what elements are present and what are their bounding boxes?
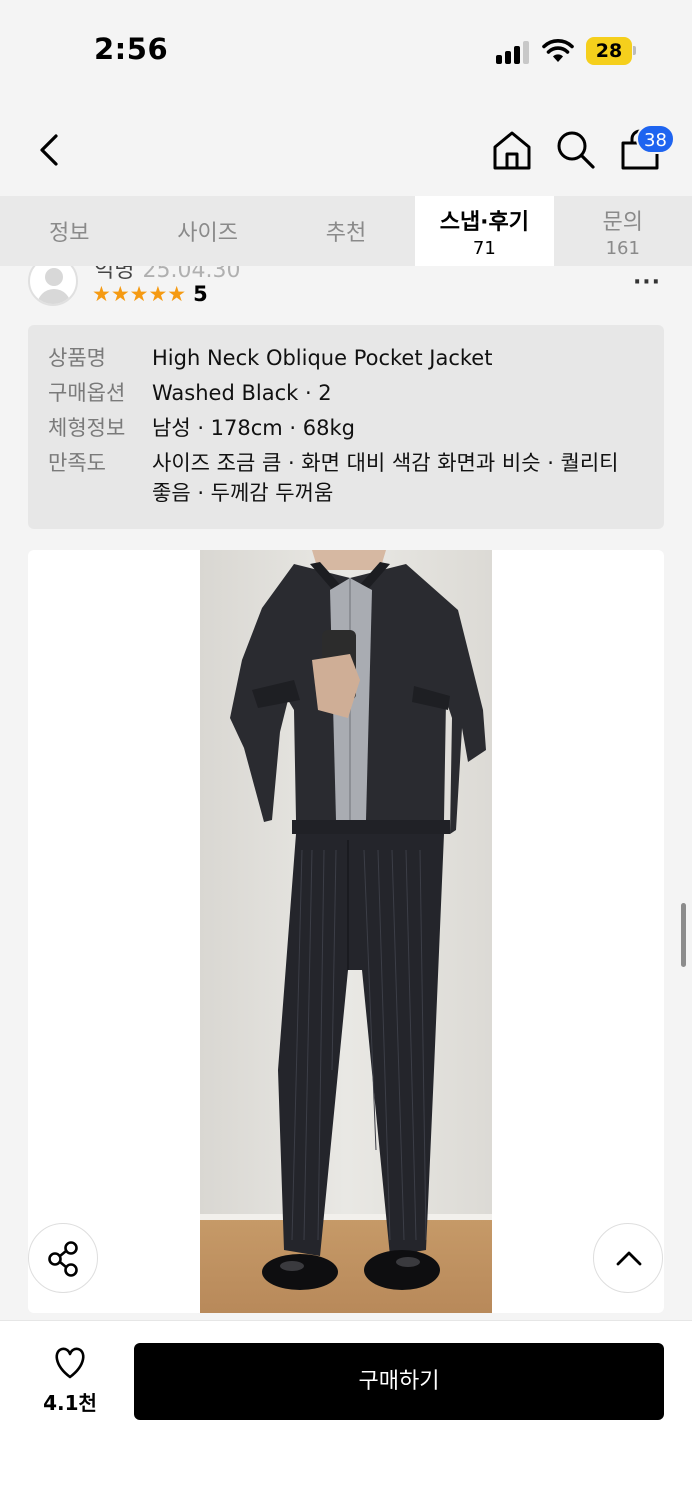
- tab-count: 71: [472, 237, 496, 259]
- status-time: 2:56: [94, 32, 169, 66]
- tab-recommend[interactable]: 추천: [277, 196, 415, 266]
- battery-indicator: 28: [586, 37, 632, 65]
- review-photo[interactable]: [200, 550, 492, 1313]
- tab-info[interactable]: 정보: [0, 196, 138, 266]
- bottom-action-bar: 4.1천 구매하기: [0, 1320, 692, 1500]
- info-value: Washed Black · 2: [152, 381, 332, 405]
- info-row-body: 체형정보 남성 · 178cm · 68kg: [48, 413, 644, 443]
- info-value: 남성 · 178cm · 68kg: [152, 416, 355, 440]
- buy-button[interactable]: 구매하기: [134, 1343, 664, 1420]
- tab-label: 스냅·후기: [439, 209, 530, 235]
- heart-icon: [55, 1347, 85, 1379]
- cart-count-badge: 38: [636, 124, 675, 154]
- info-label: 구매옵션: [48, 381, 126, 405]
- tab-label: 정보: [48, 221, 90, 246]
- info-row-satisfaction: 만족도 사이즈 조금 큼 · 화면 대비 색감 화면과 비슷 · 퀄리티 좋음 …: [48, 448, 644, 508]
- tab-count: 161: [605, 237, 640, 259]
- avatar: [28, 266, 78, 306]
- info-row-product: 상품명 High Neck Oblique Pocket Jacket: [48, 343, 644, 373]
- review-header: 익명 25.04.30 ★★★★★ 5 ···: [0, 266, 692, 326]
- wifi-icon: [542, 39, 574, 62]
- star-icons: ★★★★★: [92, 282, 187, 306]
- chevron-left-icon[interactable]: [30, 128, 70, 172]
- top-nav: [0, 100, 692, 196]
- tab-label: 추천: [325, 221, 367, 246]
- home-icon[interactable]: [490, 128, 534, 172]
- search-icon[interactable]: [554, 128, 598, 172]
- status-bar: 2:56 28: [0, 0, 692, 100]
- tab-size[interactable]: 사이즈: [138, 196, 276, 266]
- battery-cap: [633, 46, 636, 55]
- info-value: High Neck Oblique Pocket Jacket: [152, 346, 493, 370]
- tab-bar: 정보 사이즈 추천 스냅·후기 71 문의 161: [0, 196, 692, 266]
- info-label: 체형정보: [48, 416, 126, 440]
- share-button[interactable]: [28, 1223, 98, 1293]
- info-label: 만족도: [48, 451, 106, 475]
- tab-label: 문의: [602, 209, 643, 235]
- review-date: 25.04.30: [142, 266, 241, 283]
- like-button[interactable]: 4.1천: [30, 1345, 110, 1415]
- info-value: 사이즈 조금 큼 · 화면 대비 색감 화면과 비슷 · 퀄리티 좋음 · 두께…: [152, 451, 619, 505]
- reviewer-name: 익명: [94, 266, 135, 283]
- info-label: 상품명: [48, 346, 106, 370]
- purchase-info-box: 상품명 High Neck Oblique Pocket Jacket 구매옵션…: [28, 325, 664, 529]
- tab-inquiry[interactable]: 문의 161: [554, 196, 692, 266]
- like-count: 4.1천: [43, 1391, 97, 1415]
- cellular-signal-icon: [496, 40, 532, 64]
- star-rating: ★★★★★ 5: [92, 283, 208, 305]
- scrollbar[interactable]: [681, 903, 686, 967]
- more-options-icon[interactable]: ···: [632, 270, 662, 295]
- share-icon: [48, 1241, 78, 1277]
- tab-label: 사이즈: [177, 221, 238, 246]
- rating-value: 5: [193, 282, 208, 306]
- info-row-option: 구매옵션 Washed Black · 2: [48, 378, 644, 408]
- chevron-up-icon: [616, 1251, 642, 1266]
- review-photo-card: [28, 550, 664, 1313]
- tab-snap-review[interactable]: 스냅·후기 71: [415, 196, 554, 266]
- scroll-top-button[interactable]: [593, 1223, 663, 1293]
